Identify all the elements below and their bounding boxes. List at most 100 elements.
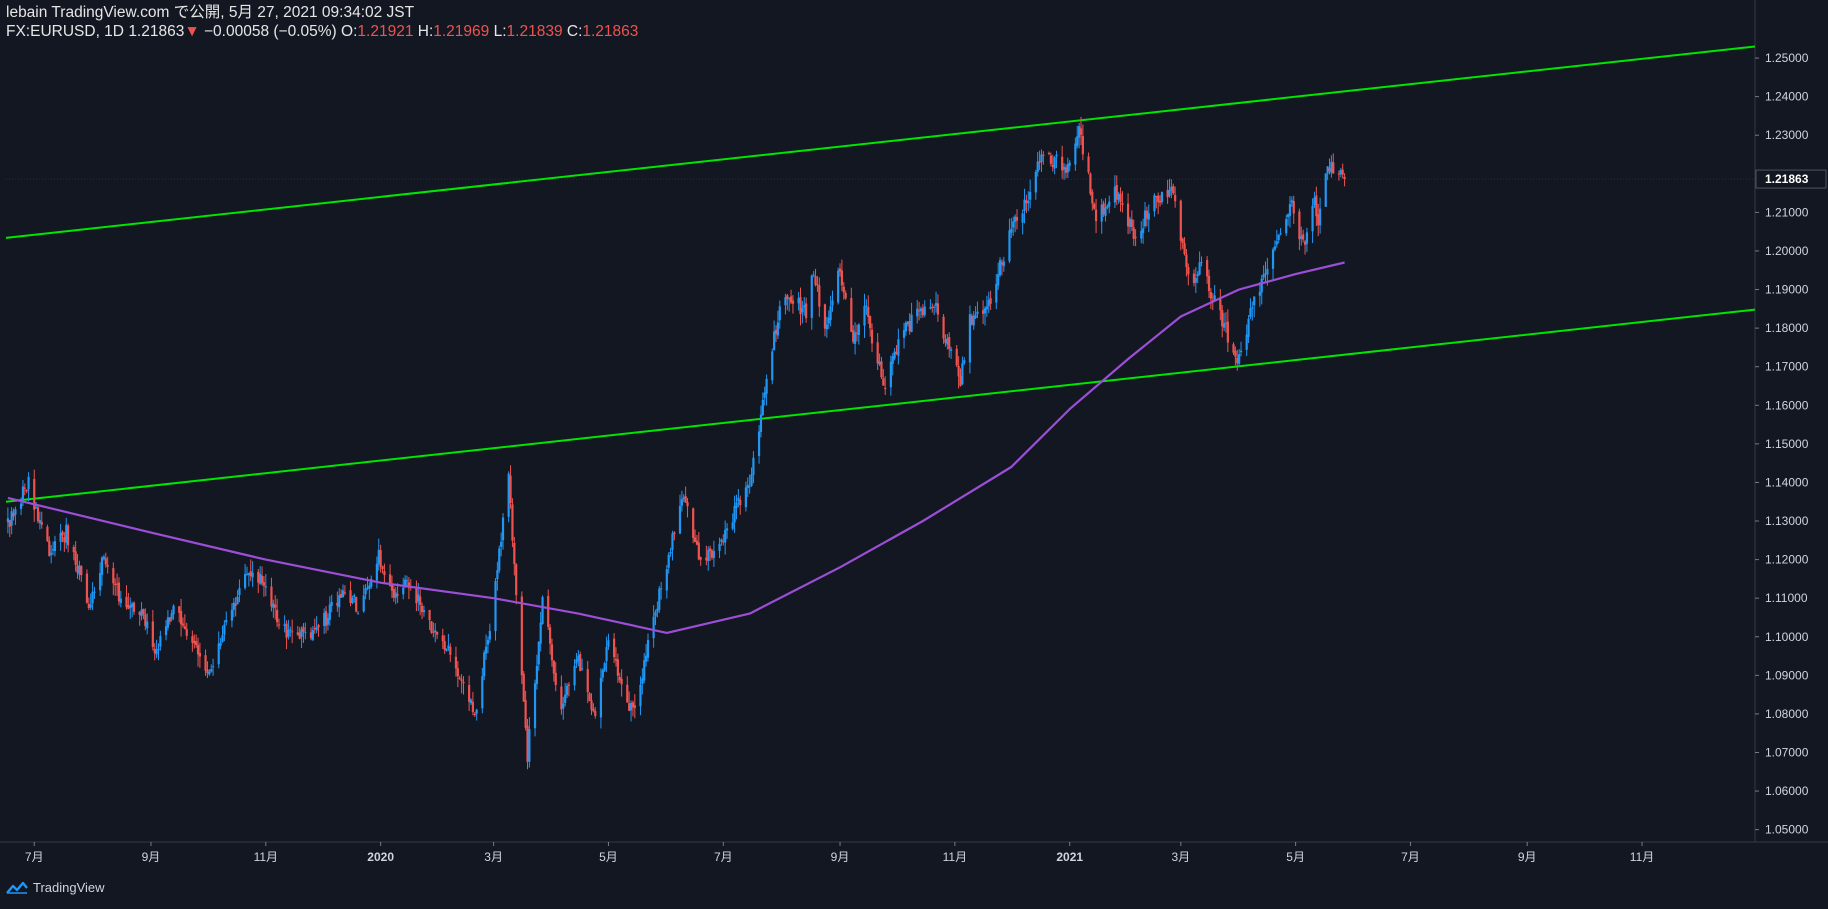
candle-body bbox=[36, 507, 40, 522]
candle bbox=[528, 717, 531, 768]
candle bbox=[287, 619, 290, 640]
candle-body bbox=[324, 611, 328, 626]
candle-body bbox=[550, 644, 554, 661]
candle bbox=[573, 658, 576, 691]
time-tick-label: 11月 bbox=[943, 850, 967, 864]
candle-body bbox=[739, 500, 742, 506]
candle-body bbox=[712, 551, 715, 558]
upper-channel-line[interactable] bbox=[5, 45, 1756, 239]
candle-body bbox=[390, 585, 394, 591]
candle-body bbox=[541, 597, 544, 625]
candle bbox=[684, 486, 687, 503]
candle bbox=[1288, 196, 1292, 228]
candle-body bbox=[415, 587, 418, 604]
candle bbox=[1053, 156, 1056, 175]
candle bbox=[1343, 173, 1346, 187]
candle-body bbox=[115, 583, 119, 585]
candle bbox=[234, 596, 237, 617]
candle bbox=[852, 325, 855, 344]
candle-body bbox=[880, 361, 883, 378]
candle-body bbox=[982, 310, 985, 314]
candle bbox=[1300, 226, 1303, 246]
candle bbox=[1286, 213, 1290, 226]
candle bbox=[468, 675, 471, 712]
candle bbox=[810, 274, 813, 330]
candle bbox=[829, 295, 832, 327]
candle-body bbox=[1181, 238, 1184, 243]
candle-body bbox=[315, 627, 318, 631]
candle bbox=[500, 532, 503, 557]
candle-body bbox=[338, 595, 341, 608]
candle-body bbox=[1183, 243, 1186, 255]
candle-body bbox=[660, 588, 663, 590]
price-chart[interactable]: 1.05000 1.06000 1.07000 1.08000 1.09000 1.100… bbox=[0, 0, 1828, 909]
candle-body bbox=[434, 630, 437, 633]
candle-body bbox=[942, 316, 945, 339]
candle-body bbox=[618, 676, 621, 681]
candle-body bbox=[620, 678, 623, 685]
candle bbox=[368, 582, 371, 600]
candle-body bbox=[599, 677, 603, 718]
candle bbox=[484, 634, 488, 660]
candle-body bbox=[178, 606, 181, 613]
candle-body bbox=[260, 575, 264, 584]
channel-lines[interactable] bbox=[5, 45, 1756, 503]
candle bbox=[61, 530, 64, 543]
candle bbox=[1002, 256, 1005, 272]
candle bbox=[680, 490, 683, 512]
candle-body bbox=[671, 533, 674, 551]
candle-body bbox=[146, 621, 149, 629]
candle-body bbox=[449, 646, 452, 655]
candle bbox=[238, 579, 241, 603]
candle bbox=[196, 637, 200, 667]
candle bbox=[1014, 214, 1017, 233]
candle-body bbox=[829, 306, 832, 320]
candle bbox=[1260, 274, 1263, 305]
time-axis[interactable]: 7月 9月 11月 2020 3月 5月 7月 9月 11月 2021 3月 5月 7月 9月 11月 bbox=[25, 842, 1654, 864]
candle bbox=[533, 679, 537, 737]
candle-body bbox=[601, 670, 604, 678]
candle-body bbox=[1142, 228, 1145, 234]
candle bbox=[251, 561, 254, 587]
candle-body bbox=[262, 582, 266, 586]
candle bbox=[193, 634, 196, 649]
candle-body bbox=[309, 632, 313, 639]
candle bbox=[1206, 256, 1209, 284]
candle-body bbox=[340, 593, 343, 598]
price-tick-label: 1.14000 bbox=[1765, 475, 1809, 489]
candle-body bbox=[494, 580, 497, 632]
candle bbox=[707, 546, 710, 571]
candle-body bbox=[867, 307, 870, 318]
price-axis[interactable]: 1.05000 1.06000 1.07000 1.08000 1.09000 1.100… bbox=[1755, 51, 1827, 837]
candle bbox=[865, 299, 868, 315]
candle-body bbox=[317, 625, 320, 628]
candle-body bbox=[535, 665, 539, 684]
candle-body bbox=[524, 700, 527, 728]
candle bbox=[646, 633, 650, 662]
candle bbox=[1264, 261, 1267, 283]
candle bbox=[89, 593, 92, 610]
candle bbox=[1115, 175, 1118, 206]
candle-body bbox=[1226, 321, 1229, 343]
candle-body bbox=[1343, 176, 1346, 180]
candle bbox=[1222, 312, 1226, 332]
candle-body bbox=[944, 339, 947, 343]
candle bbox=[803, 297, 806, 316]
candle bbox=[748, 474, 751, 494]
candle bbox=[178, 606, 181, 623]
candle-body bbox=[419, 596, 422, 605]
candle bbox=[524, 690, 527, 731]
lower-channel-line[interactable] bbox=[5, 308, 1756, 503]
candle-body bbox=[586, 669, 589, 693]
candle bbox=[1292, 195, 1295, 224]
candle bbox=[1319, 197, 1322, 234]
candle-body bbox=[483, 652, 486, 677]
candle bbox=[285, 620, 288, 650]
candle-body bbox=[1074, 143, 1077, 165]
candle-body bbox=[468, 685, 471, 702]
candle-body bbox=[855, 332, 859, 334]
candle-body bbox=[1290, 200, 1293, 203]
candle-body bbox=[667, 554, 670, 568]
candle bbox=[236, 590, 239, 605]
candle bbox=[643, 653, 646, 684]
